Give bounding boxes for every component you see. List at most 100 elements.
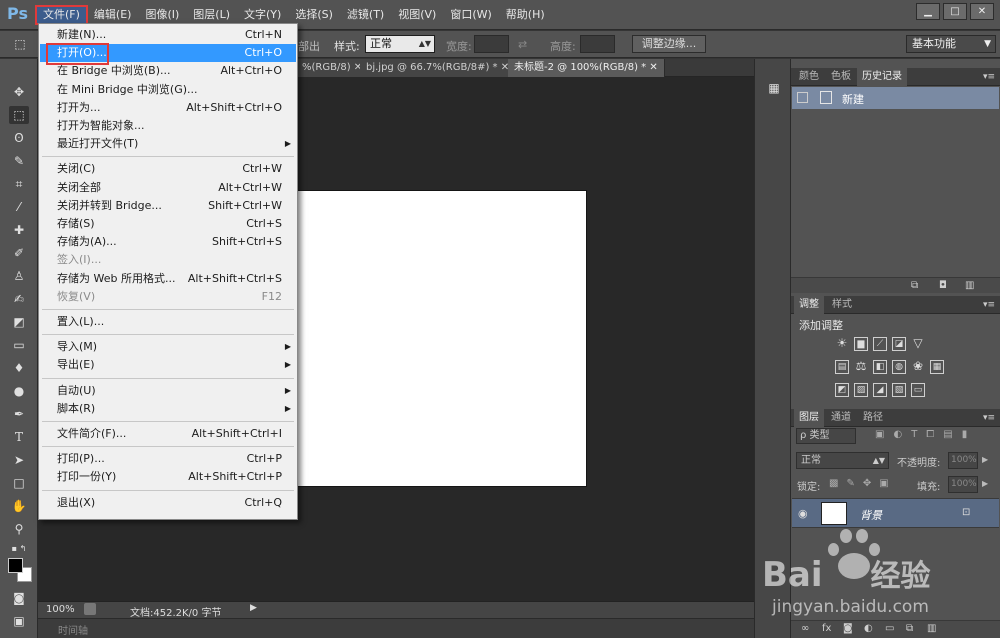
trash-icon[interactable]: ▥	[965, 280, 974, 291]
layer-filter-select[interactable]: ρ 类型	[796, 428, 856, 444]
timeline-label[interactable]: 时间轴	[58, 622, 88, 637]
menu-8[interactable]: 窗口(W)	[443, 6, 498, 24]
fill-field[interactable]: 100%	[948, 476, 978, 493]
blur-tool-icon[interactable]: ♦	[9, 359, 29, 377]
file-menu-item[interactable]: 自动(U) ▶	[40, 382, 296, 400]
eraser-tool-icon[interactable]: ◩	[9, 313, 29, 331]
menu-6[interactable]: 滤镜(T)	[340, 6, 391, 24]
menu-1[interactable]: 编辑(E)	[87, 6, 139, 24]
smart-filter-icon[interactable]: ▤	[943, 429, 952, 440]
shape-filter-icon[interactable]: ⧠	[926, 429, 934, 440]
gradient-map-icon[interactable]: ▭	[911, 383, 925, 397]
clone-stamp-tool-icon[interactable]: ♙	[9, 267, 29, 285]
type-tool-icon[interactable]: T	[9, 428, 29, 446]
tab-channels[interactable]: 通道	[826, 409, 856, 427]
style-select[interactable]: 正常 ▲▼	[365, 35, 435, 53]
channel-mixer-icon[interactable]: ❀	[911, 360, 925, 374]
adjust-filter-icon[interactable]: ◐	[893, 429, 902, 440]
blend-mode-select[interactable]: 正常 ▲▼	[796, 452, 889, 469]
panel-menu-icon[interactable]: ▾≡	[983, 300, 995, 310]
eye-icon[interactable]: ◉	[798, 507, 808, 520]
fill-arrow-icon[interactable]: ▶	[982, 479, 988, 488]
menu-3[interactable]: 图层(L)	[186, 6, 237, 24]
zoom-tool-icon[interactable]: ⚲	[9, 520, 29, 538]
screen-mode-icon[interactable]: ▣	[9, 612, 29, 630]
quick-select-tool-icon[interactable]: ✎	[9, 152, 29, 170]
minimize-button[interactable]: ▁	[916, 3, 940, 20]
tab-history[interactable]: 历史记录	[857, 68, 907, 86]
file-menu-item[interactable]: 置入(L)...	[40, 313, 296, 331]
doc-tab-active[interactable]: 未标题-2 @ 100%(RGB/8) * ✕	[508, 59, 665, 77]
tab-color[interactable]: 颜色	[794, 68, 824, 86]
lasso-tool-icon[interactable]: ʘ	[9, 129, 29, 147]
file-menu-item[interactable]: 存储为 Web 所用格式... Alt+Shift+Ctrl+S	[40, 270, 296, 288]
file-menu-item[interactable]: 打印(P)... Ctrl+P	[40, 450, 296, 468]
doc-tab[interactable]: bj.jpg @ 66.7%(RGB/8#) * ✕	[360, 59, 517, 77]
file-menu-item[interactable]: 退出(X) Ctrl+Q	[40, 494, 296, 512]
document-canvas[interactable]	[298, 191, 586, 486]
path-select-tool-icon[interactable]: ➤	[9, 451, 29, 469]
file-menu-item[interactable]: 导入(M) ▶	[40, 338, 296, 356]
camera-icon[interactable]: ◘	[939, 280, 947, 291]
color-balance-icon[interactable]: ⚖	[854, 360, 868, 374]
file-menu-item[interactable]: 关闭(C) Ctrl+W	[40, 160, 296, 178]
status-info-icon[interactable]	[84, 603, 96, 615]
menu-0[interactable]: 文件(F)	[35, 5, 88, 25]
pixel-filter-icon[interactable]: ▣	[875, 429, 884, 440]
hand-tool-icon[interactable]: ✋	[9, 497, 29, 515]
file-menu-item[interactable]: 存储(S) Ctrl+S	[40, 215, 296, 233]
layer-row[interactable]: ◉ 背景 ⊡	[792, 498, 999, 528]
color-lookup-icon[interactable]: ▦	[930, 360, 944, 374]
height-field[interactable]	[580, 35, 615, 53]
eyedropper-tool-icon[interactable]: ⁄	[9, 198, 29, 216]
width-field[interactable]	[474, 35, 509, 53]
opacity-arrow-icon[interactable]: ▶	[982, 455, 988, 464]
marquee-preset-icon[interactable]: ⬚	[10, 35, 30, 53]
workspace-select[interactable]: 基本功能 ▼	[906, 35, 996, 53]
status-arrow-icon[interactable]: ▶	[250, 603, 257, 613]
history-brush-tool-icon[interactable]: ✍	[9, 290, 29, 308]
posterize-icon[interactable]: ▨	[854, 383, 868, 397]
filter-toggle-icon[interactable]: ▮	[962, 429, 968, 440]
opacity-field[interactable]: 100%	[948, 452, 978, 469]
selective-color-icon[interactable]: ▧	[892, 383, 906, 397]
file-menu-item[interactable]: 最近打开文件(T) ▶	[40, 135, 296, 153]
vibrance-icon[interactable]: ▽	[911, 337, 925, 351]
file-menu-item[interactable]: 脚本(R) ▶	[40, 400, 296, 418]
panel-menu-icon[interactable]: ▾≡	[983, 413, 995, 423]
file-menu-item[interactable]: 关闭并转到 Bridge... Shift+Ctrl+W	[40, 197, 296, 215]
swap-icon[interactable]: ⇄	[518, 38, 527, 51]
curves-icon[interactable]: ⟋	[873, 337, 887, 351]
file-menu-item[interactable]: 存储为(A)... Shift+Ctrl+S	[40, 233, 296, 251]
new-snapshot-icon[interactable]: ⧉	[911, 280, 918, 291]
menu-2[interactable]: 图像(I)	[138, 6, 186, 24]
threshold-icon[interactable]: ◢	[873, 383, 887, 397]
panel-toggle-icon[interactable]: ▦	[764, 79, 784, 97]
rectangle-tool-icon[interactable]: □	[9, 474, 29, 492]
tab-layers[interactable]: 图层	[794, 409, 824, 427]
brightness-icon[interactable]: ☀	[835, 337, 849, 351]
panel-menu-icon[interactable]: ▾≡	[983, 72, 995, 82]
file-menu-item[interactable]: 导出(E) ▶	[40, 356, 296, 374]
menu-7[interactable]: 视图(V)	[391, 6, 443, 24]
file-menu-item[interactable]: 文件简介(F)... Alt+Shift+Ctrl+I	[40, 425, 296, 443]
tab-adjustments[interactable]: 调整	[794, 296, 824, 314]
photo-filter-icon[interactable]: ◍	[892, 360, 906, 374]
rect-marquee-tool-icon[interactable]: ⬚	[9, 106, 29, 124]
dodge-tool-icon[interactable]: ●	[9, 382, 29, 400]
file-menu-item[interactable]: 打开为... Alt+Shift+Ctrl+O	[40, 99, 296, 117]
layer-name[interactable]: 背景	[860, 507, 882, 523]
move-tool-icon[interactable]: ✥	[9, 83, 29, 101]
lock-all-icon[interactable]: ▣	[879, 478, 888, 489]
file-menu-item[interactable]: 新建(N)... Ctrl+N	[40, 26, 296, 44]
crop-tool-icon[interactable]: ⌗	[9, 175, 29, 193]
menu-4[interactable]: 文字(Y)	[237, 6, 288, 24]
lock-position-icon[interactable]: ✥	[863, 478, 871, 489]
brush-tool-icon[interactable]: ✐	[9, 244, 29, 262]
tab-paths[interactable]: 路径	[858, 409, 888, 427]
healing-brush-tool-icon[interactable]: ✚	[9, 221, 29, 239]
zoom-level[interactable]: 100%	[46, 604, 75, 615]
foreground-color-swatch[interactable]	[8, 558, 23, 573]
levels-icon[interactable]: ▆	[854, 337, 868, 351]
history-item[interactable]: 新建	[792, 87, 999, 109]
